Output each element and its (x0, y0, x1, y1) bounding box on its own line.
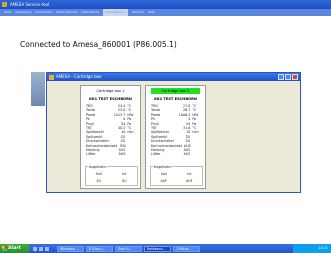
cartridge-window-title: AMESA - Cartridge box (56, 74, 102, 79)
value-unit (127, 152, 135, 156)
cartridge-box-1-panel: Cartridge box 1 KK1 TEST ESCHBORN TRG 24.… (80, 85, 141, 189)
soll-label: Soll (95, 172, 102, 176)
value-label: Lüfter (86, 152, 96, 157)
windows-logo-icon (2, 246, 7, 251)
start-label: Start (8, 246, 21, 251)
cartridge-box-1-header[interactable]: Cartridge box 1 (86, 88, 135, 94)
taskbar-task-button[interactable]: Netbeans... (144, 245, 171, 252)
taskbar-task-button[interactable]: E:\Docu... (86, 245, 113, 252)
kugelhahn-title: Kugelhahn (153, 165, 173, 169)
menu-item-window[interactable]: Window (132, 9, 144, 16)
menu-item-hilfe[interactable]: Hilfe (148, 9, 155, 16)
cartridge-box-2-header[interactable]: Cartridge box 2 (151, 88, 200, 94)
window-icon (49, 74, 54, 80)
app-menu-bar: Start Messwerte Konstanten Mess-Intervall Da… (0, 9, 331, 16)
clock[interactable]: 14:21 (318, 246, 328, 250)
value-row: Lüfter AUS (86, 152, 135, 156)
value-row: Lüfter AUS (151, 152, 200, 156)
app-title: AMESA Service-tool (10, 2, 50, 7)
ist-value: AUF (185, 179, 193, 183)
cartridge-box-2-subtitle: KK2 TEST ESCHBORN (154, 97, 197, 101)
close-icon[interactable] (292, 74, 298, 80)
value-reading: AUS (118, 152, 126, 157)
taskbar-task-button[interactable]: 1 Micro... (173, 245, 200, 252)
connection-status: Connected to Amesa_860001 (P86.005.1) (20, 40, 177, 49)
value-reading: AUS (183, 152, 191, 157)
ist-value: ZU (121, 179, 127, 183)
soll-value: ZU (96, 179, 102, 183)
ist-label: Ist (187, 172, 192, 176)
cartridge-window: AMESA - Cartridge box Cartridge box 1 KK… (46, 72, 301, 193)
start-button[interactable]: Start (0, 244, 30, 253)
value-unit (192, 152, 200, 156)
taskbar: Start Windows ... E:\Docu... Sent It... Net… (0, 244, 331, 253)
menu-item-messwerte[interactable]: Messwerte (15, 9, 31, 16)
kugelhahn-group-2: Kugelhahn Soll Ist AUF AUF (150, 165, 203, 186)
soll-label: Soll (160, 172, 167, 176)
value-label: Lüfter (151, 152, 161, 157)
quick-launch-icon[interactable] (45, 246, 49, 251)
menu-item-cartridge-box[interactable]: Cartridge-box (103, 9, 128, 16)
cartridge-box-1-values: TRG 24.4 °C Tamb 23.0 °C Pamb 1013.7 hPa Pk 0 Pa Pnu… (81, 104, 140, 157)
cartridge-box-2-values: TRG 27.8 °C Tamb 26.7 °C Pamb 1006.2 hPa Pk 4 Pa Pnu… (146, 104, 205, 157)
ist-label: Ist (122, 172, 127, 176)
cartridge-box-2-panel: Cartridge box 2 KK2 TEST ESCHBORN TRG 27.… (145, 85, 206, 189)
menu-item-datei-werte[interactable]: Datei-Werte (81, 9, 99, 16)
taskbar-task-button[interactable]: Windows ... (57, 245, 84, 252)
minimize-icon[interactable] (278, 74, 284, 80)
system-tray: 14:21 (293, 244, 331, 253)
taskbar-task-button[interactable]: Sent It... (115, 245, 142, 252)
menu-item-mess-intervall[interactable]: Mess-Intervall (56, 9, 77, 16)
soll-value: AUF (160, 179, 168, 183)
kugelhahn-group-1: Kugelhahn Soll Ist ZU ZU (85, 165, 138, 186)
background-panel (31, 72, 45, 106)
menu-item-start[interactable]: Start (4, 9, 11, 16)
cartridge-window-title-bar[interactable]: AMESA - Cartridge box (47, 73, 300, 81)
maximize-icon[interactable] (285, 74, 291, 80)
quick-launch (33, 246, 49, 251)
taskbar-tasks: Windows ... E:\Docu... Sent It... Netbeans.… (57, 245, 200, 252)
menu-item-konstanten[interactable]: Konstanten (35, 9, 52, 16)
app-title-bar: AMESA Service-tool (0, 0, 331, 9)
quick-launch-icon[interactable] (39, 246, 43, 251)
quick-launch-icon[interactable] (33, 246, 37, 251)
app-icon (2, 2, 7, 7)
kugelhahn-title: Kugelhahn (88, 165, 108, 169)
cartridge-box-1-subtitle: KK1 TEST ESCHBORN (89, 97, 132, 101)
